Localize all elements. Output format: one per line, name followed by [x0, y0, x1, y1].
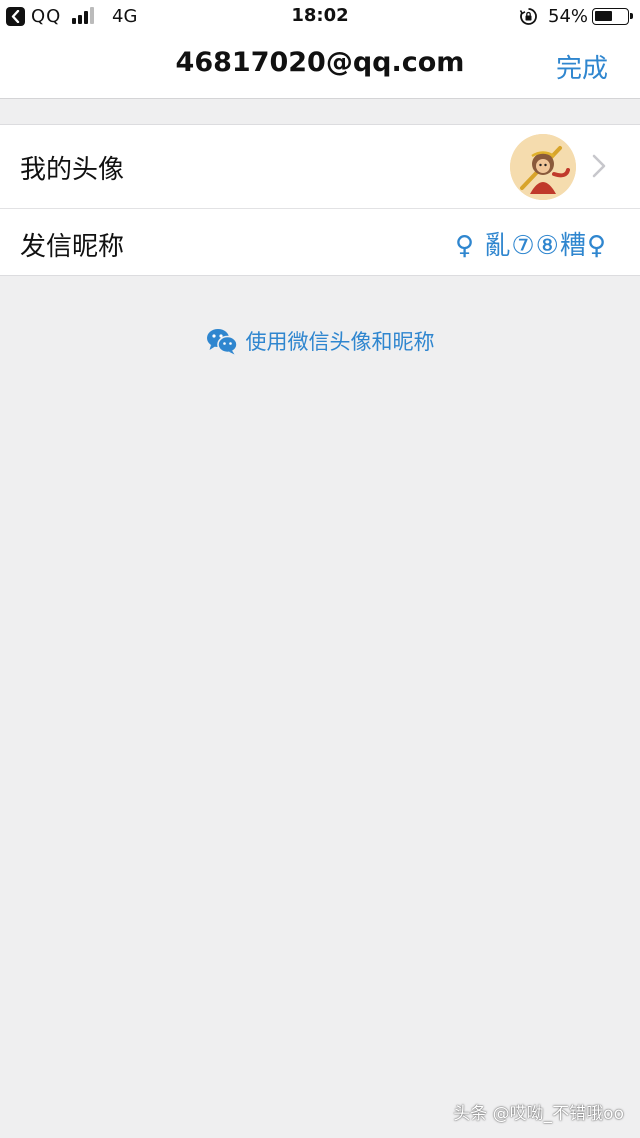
page-title: 46817020@qq.com	[175, 47, 465, 78]
avatar-row[interactable]: 我的头像	[0, 125, 640, 208]
battery-percent: 54%	[548, 6, 589, 27]
screen: QQ 4G 18:02 54% 46817020@qq.com 完成 我的头像	[0, 0, 640, 1138]
nickname-value[interactable]: ♀ 亂⑦⑧糟♀	[455, 225, 607, 262]
nickname-row[interactable]: 发信昵称 ♀ 亂⑦⑧糟♀	[0, 208, 640, 275]
wechat-icon	[206, 329, 238, 355]
clock: 18:02	[291, 5, 349, 26]
use-wechat-profile-link[interactable]: 使用微信头像和昵称	[0, 326, 640, 359]
settings-list: 我的头像 发信昵称 ♀ 亂⑦⑧糟♀	[0, 124, 640, 276]
use-wechat-profile-label: 使用微信头像和昵称	[245, 330, 435, 354]
nickname-row-label: 发信昵称	[20, 232, 125, 262]
battery-fill	[595, 11, 612, 21]
battery-icon	[592, 8, 633, 25]
chevron-right-icon	[592, 154, 606, 178]
orientation-lock-icon	[519, 8, 537, 25]
avatar-row-label: 我的头像	[20, 155, 125, 185]
nav-bar: 46817020@qq.com 完成	[0, 34, 640, 99]
avatar[interactable]	[510, 134, 576, 200]
watermark: 头条 @哎呦_不错哦oo	[453, 1104, 624, 1124]
done-button[interactable]: 完成	[556, 48, 608, 85]
status-bar: QQ 4G 18:02 54%	[0, 0, 640, 34]
